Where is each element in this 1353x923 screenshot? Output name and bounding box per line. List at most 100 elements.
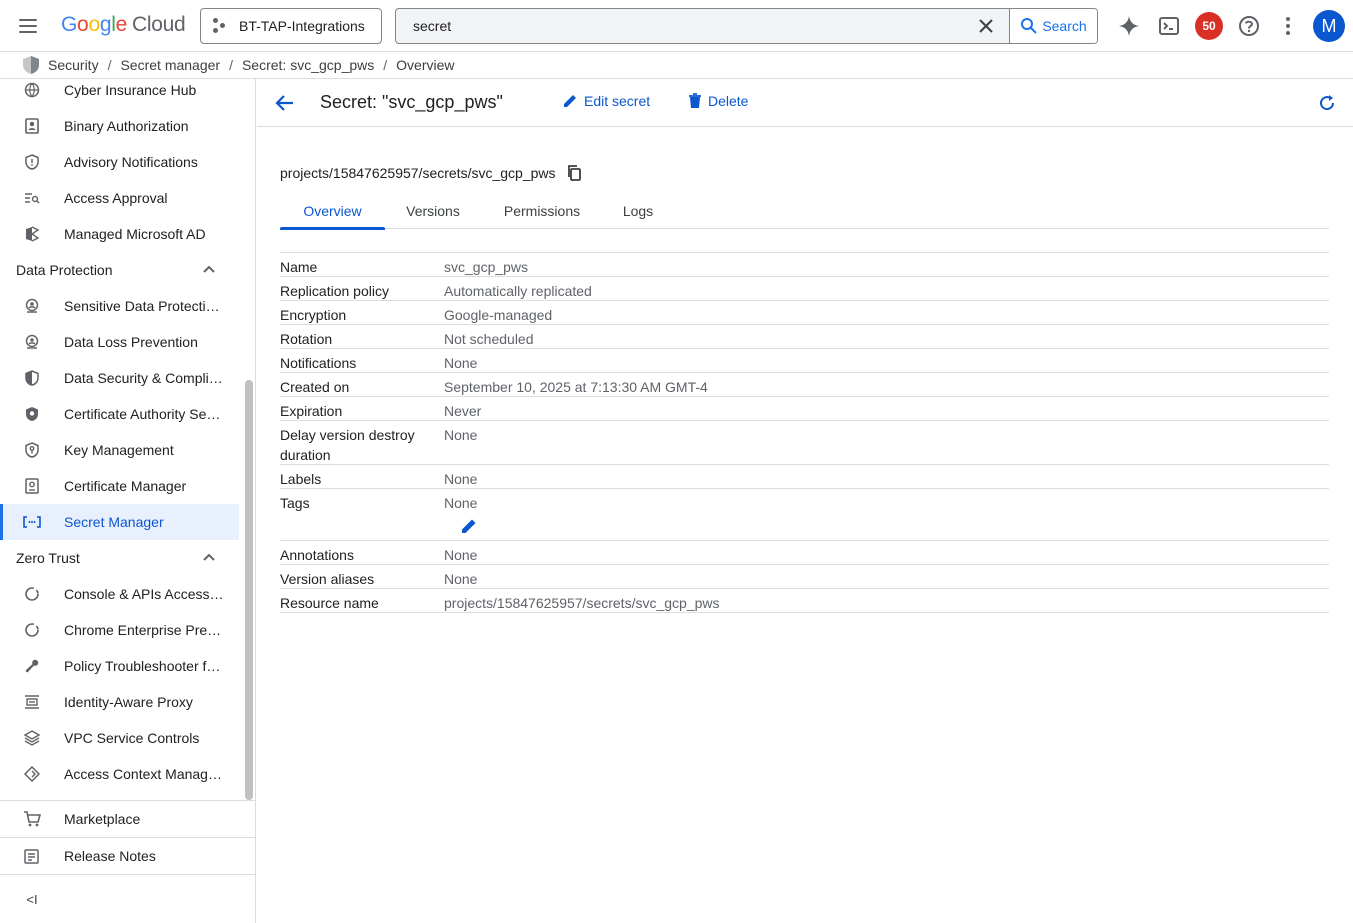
help-icon[interactable]: [1234, 10, 1264, 42]
search-input[interactable]: [396, 9, 971, 43]
sidebar-item-key-management[interactable]: Key Management: [0, 432, 239, 468]
sidebar-item-vpc-service-controls[interactable]: VPC Service Controls: [0, 720, 239, 756]
delete-button[interactable]: Delete: [688, 93, 748, 109]
globe-icon: [22, 80, 42, 100]
circle-dashed-icon: [22, 584, 42, 604]
sidebar-item-identity-aware-proxy[interactable]: Identity-Aware Proxy: [0, 684, 239, 720]
detail-row: Annotations None: [280, 541, 1329, 565]
logo-letter: g: [99, 13, 112, 36]
notifications-button[interactable]: 50: [1194, 10, 1224, 42]
tab-logs[interactable]: Logs: [610, 193, 666, 229]
wrench-icon: [22, 656, 42, 676]
detail-value: Not scheduled: [444, 331, 534, 347]
section-zero-trust[interactable]: Zero Trust: [0, 540, 239, 576]
tab-permissions[interactable]: Permissions: [490, 193, 594, 229]
nav-release-notes[interactable]: Release Notes: [0, 837, 255, 874]
sidebar-item-data-loss-prevention[interactable]: Data Loss Prevention: [0, 324, 239, 360]
detail-row: Created on September 10, 2025 at 7:13:30 …: [280, 373, 1329, 397]
search-button[interactable]: Search: [1009, 9, 1097, 43]
back-arrow-icon[interactable]: [273, 91, 297, 115]
detail-value: Never: [444, 403, 482, 419]
refresh-icon[interactable]: [1317, 93, 1337, 113]
details-table: Name svc_gcp_pws Replication policy Automa…: [280, 252, 1329, 613]
release-notes-label: Release Notes: [64, 848, 156, 864]
sidebar-item-secret-manager[interactable]: Secret Manager: [0, 504, 239, 540]
sidebar-item-label: Managed Microsoft AD: [64, 226, 206, 242]
shield-alert-icon: [22, 152, 42, 172]
more-vert-icon[interactable]: [1276, 10, 1300, 42]
sidebar-item-label: VPC Service Controls: [64, 730, 200, 746]
breadcrumb-separator: /: [383, 57, 388, 73]
detail-row: Resource name projects/15847625957/secret…: [280, 589, 1329, 613]
sidebar-item-certificate-authority-service[interactable]: Certificate Authority Se…: [0, 396, 239, 432]
detail-row: Encryption Google-managed: [280, 301, 1329, 325]
breadcrumb: Security / Secret manager / Secret: svc_…: [0, 52, 1353, 79]
sidebar-item-advisory-notifications[interactable]: Advisory Notifications: [0, 144, 239, 180]
sidebar-item-chrome-enterprise-premium[interactable]: Chrome Enterprise Pre…: [0, 612, 239, 648]
menu-icon[interactable]: [16, 14, 40, 38]
breadcrumb-secret[interactable]: Secret: svc_gcp_pws: [242, 57, 374, 73]
breadcrumb-security[interactable]: Security: [48, 57, 99, 73]
half-shield-icon: [22, 368, 42, 388]
detail-key: Annotations: [280, 547, 354, 563]
sidebar-item-label: Chrome Enterprise Pre…: [64, 622, 222, 638]
sidebar-item-managed-microsoft-ad[interactable]: Managed Microsoft AD: [0, 216, 239, 252]
sidebar-item-certificate-manager[interactable]: Certificate Manager: [0, 468, 239, 504]
collapse-sidebar-button[interactable]: <I: [0, 874, 255, 923]
sidebar-item-sensitive-data-protection[interactable]: Sensitive Data Protecti…: [0, 288, 239, 324]
logo-letter: e: [115, 13, 128, 36]
resource-path-row: projects/15847625957/secrets/svc_gcp_pws: [280, 164, 584, 182]
detail-key: Version aliases: [280, 571, 375, 587]
sidebar-item-label: Certificate Manager: [64, 478, 187, 494]
edit-tags-pencil-icon[interactable]: [460, 517, 478, 535]
cloud-shell-icon[interactable]: [1154, 10, 1184, 42]
sidebar-item-cyber-insurance-hub[interactable]: Cyber Insurance Hub: [0, 79, 239, 108]
tab-versions[interactable]: Versions: [393, 193, 473, 229]
detail-key: Resource name: [280, 595, 379, 611]
nav-marketplace[interactable]: Marketplace: [0, 800, 255, 837]
copy-icon[interactable]: [566, 164, 584, 182]
detail-value: September 10, 2025 at 7:13:30 AM GMT-4: [444, 379, 708, 395]
section-data-protection[interactable]: Data Protection: [0, 252, 239, 288]
detail-row: Rotation Not scheduled: [280, 325, 1329, 349]
detail-key: Created on: [280, 379, 350, 395]
gemini-sparkle-icon[interactable]: [1114, 10, 1144, 42]
detail-key: Name: [280, 259, 318, 275]
clear-search-icon[interactable]: [971, 11, 1001, 41]
sidebar-item-console-apis-access[interactable]: Console & APIs Access…: [0, 576, 239, 612]
sidebar-item-access-context-manager[interactable]: Access Context Manag…: [0, 756, 239, 792]
detail-key: Replication policy: [280, 283, 389, 299]
breadcrumb-secret-manager[interactable]: Secret manager: [120, 57, 220, 73]
avatar-letter: M: [1313, 10, 1345, 42]
sidebar-scrollbar[interactable]: [245, 380, 253, 800]
sidebar-item-label: Sensitive Data Protecti…: [64, 298, 220, 314]
notification-count-badge: 50: [1195, 12, 1223, 40]
edit-secret-button[interactable]: Edit secret: [562, 93, 650, 109]
project-picker-button[interactable]: BT-TAP-Integrations: [200, 8, 382, 44]
key-shield-icon: [22, 440, 42, 460]
sidebar-item-binary-authorization[interactable]: Binary Authorization: [0, 108, 239, 144]
sidebar-item-access-approval[interactable]: Access Approval: [0, 180, 239, 216]
account-avatar[interactable]: M: [1313, 10, 1345, 42]
sidebar-item-label: Secret Manager: [64, 514, 164, 530]
sidebar-item-label: Cyber Insurance Hub: [64, 82, 197, 98]
breadcrumb-overview: Overview: [396, 57, 455, 73]
project-name: BT-TAP-Integrations: [239, 18, 365, 34]
search-icon: [1021, 18, 1038, 34]
sidebar-item-label: Certificate Authority Se…: [64, 406, 221, 422]
detail-value: None: [444, 471, 478, 487]
google-cloud-logo[interactable]: Google Cloud: [61, 13, 186, 37]
tab-overview[interactable]: Overview: [280, 193, 385, 230]
detail-row: Name svc_gcp_pws: [280, 253, 1329, 277]
detail-key: Encryption: [280, 307, 347, 323]
sidebar-item-label: Advisory Notifications: [64, 154, 198, 170]
sidebar-item-data-security-compliance[interactable]: Data Security & Compli…: [0, 360, 239, 396]
detail-row: Expiration Never: [280, 397, 1329, 421]
sidebar-item-policy-troubleshooter[interactable]: Policy Troubleshooter f…: [0, 648, 239, 684]
detail-row: Notifications None: [280, 349, 1329, 373]
top-bar: GoogleCloud BT-TAP-Integrations Search 5…: [0, 0, 1353, 52]
detail-value: None: [444, 427, 478, 443]
breadcrumb-separator: /: [229, 57, 233, 73]
sidebar-item-label: Data Loss Prevention: [64, 334, 198, 350]
page-title: Secret: "svc_gcp_pws": [320, 92, 503, 112]
